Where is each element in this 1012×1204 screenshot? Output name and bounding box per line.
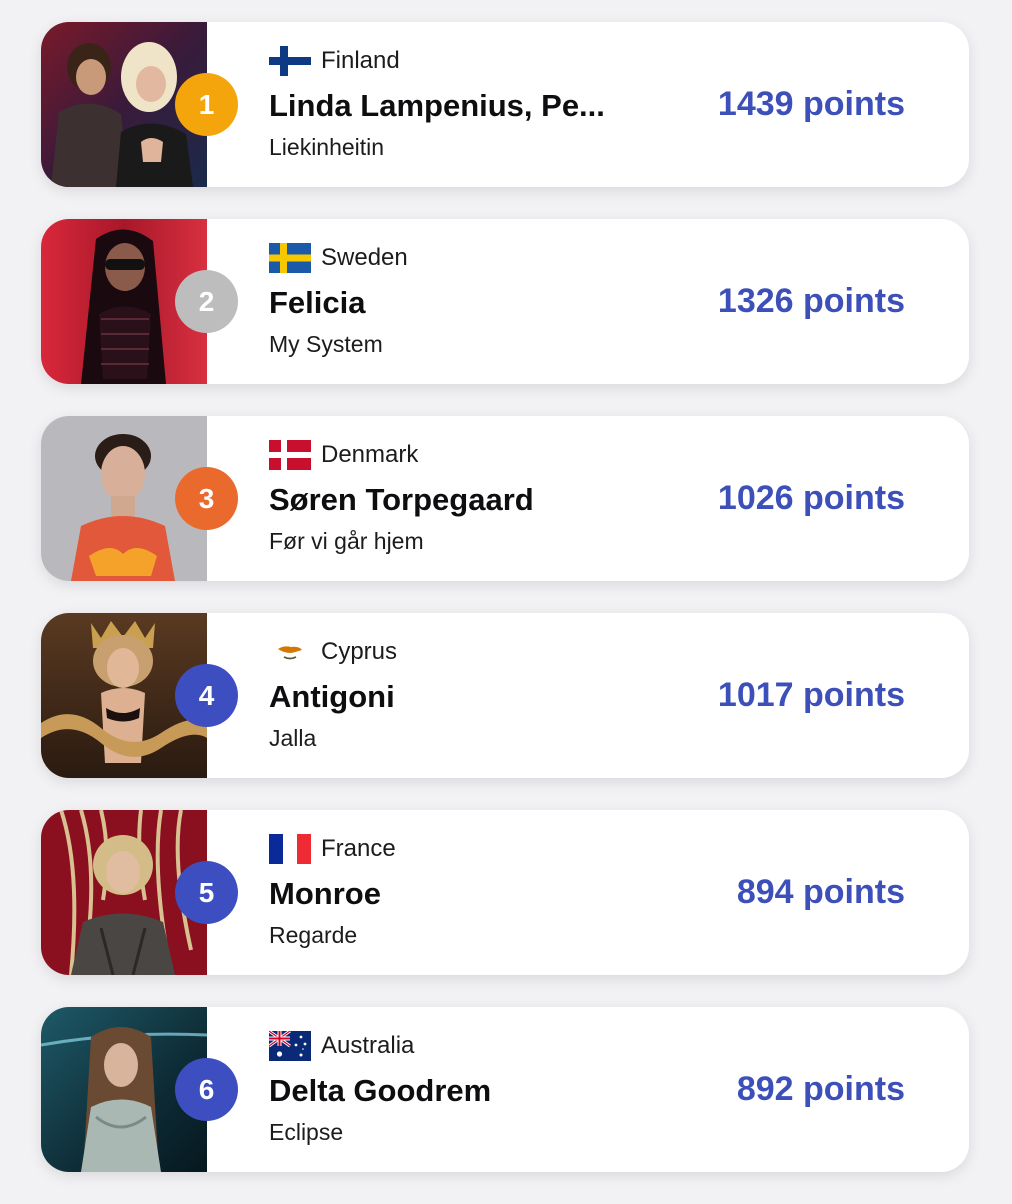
- song-title: My System: [269, 331, 383, 357]
- denmark-flag-icon: [269, 440, 311, 470]
- rank-number: 6: [198, 1073, 215, 1105]
- entry-info: Finland Linda Lampenius, Pe... Liekinhei…: [269, 46, 669, 162]
- artist-name: Monroe: [269, 876, 381, 911]
- country-row: France: [269, 834, 669, 864]
- ranking-card[interactable]: 2 Sweden Felicia My System 1326 points: [41, 219, 969, 384]
- france-flag-icon: [269, 834, 311, 864]
- artist-name: Delta Goodrem: [269, 1073, 492, 1108]
- artist-name: Linda Lampenius, Pe...: [269, 88, 605, 123]
- country-row: Australia: [269, 1031, 669, 1061]
- country-name: France: [321, 835, 396, 862]
- points-value: 1026 points: [717, 479, 905, 517]
- song-title: Før vi går hjem: [269, 528, 424, 554]
- rank-number: 2: [198, 285, 215, 317]
- ranking-list: 1 Finland Linda Lampenius, Pe... Liekinh…: [41, 22, 971, 1204]
- song-title: Jalla: [269, 725, 317, 751]
- entry-info: France Monroe Regarde: [269, 834, 669, 950]
- rank-number: 1: [198, 88, 215, 120]
- rank-badge: 1: [175, 73, 238, 136]
- entry-info: Sweden Felicia My System: [269, 243, 669, 359]
- song-title: Regarde: [269, 922, 358, 948]
- rank-number: 5: [198, 876, 215, 908]
- rank-badge: 2: [175, 270, 238, 333]
- country-name: Denmark: [321, 441, 419, 468]
- rank-badge: 3: [175, 467, 238, 530]
- artist-name: Søren Torpegaard: [269, 482, 534, 517]
- ranking-card[interactable]: 6 Australia Delta Goodrem Eclipse 892 po…: [41, 1007, 969, 1172]
- points-value: 1439 points: [717, 85, 905, 123]
- artist-name: Felicia: [269, 285, 366, 320]
- song-title: Eclipse: [269, 1119, 344, 1145]
- country-name: Australia: [321, 1032, 415, 1059]
- rank-badge: 4: [175, 664, 238, 727]
- country-name: Cyprus: [321, 638, 398, 665]
- country-row: Finland: [269, 46, 669, 76]
- artist-name: Antigoni: [269, 679, 395, 714]
- entry-info: Denmark Søren Torpegaard Før vi går hjem: [269, 440, 669, 556]
- rank-badge: 6: [175, 1058, 238, 1121]
- ranking-card[interactable]: 4 Cyprus Antigoni Jalla 1017 points: [41, 613, 969, 778]
- points-value: 894 points: [736, 873, 905, 911]
- points-value: 1017 points: [717, 676, 905, 714]
- country-name: Sweden: [321, 244, 408, 271]
- country-row: Sweden: [269, 243, 669, 273]
- country-row: Cyprus: [269, 637, 669, 667]
- song-title: Liekinheitin: [269, 134, 385, 160]
- finland-flag-icon: [269, 46, 311, 76]
- entry-info: Cyprus Antigoni Jalla: [269, 637, 669, 753]
- entry-info: Australia Delta Goodrem Eclipse: [269, 1031, 669, 1147]
- points-value: 1326 points: [717, 282, 905, 320]
- country-name: Finland: [321, 47, 400, 74]
- ranking-card[interactable]: 3 Denmark Søren Torpegaard Før vi går hj…: [41, 416, 969, 581]
- ranking-card[interactable]: 5 France Monroe Regarde 894 points: [41, 810, 969, 975]
- cyprus-flag-icon: [269, 637, 311, 667]
- sweden-flag-icon: [269, 243, 311, 273]
- country-row: Denmark: [269, 440, 669, 470]
- rank-number: 3: [198, 482, 215, 514]
- points-value: 892 points: [736, 1070, 905, 1108]
- australia-flag-icon: [269, 1031, 311, 1061]
- rank-number: 4: [198, 679, 215, 711]
- ranking-card[interactable]: 1 Finland Linda Lampenius, Pe... Liekinh…: [41, 22, 969, 187]
- rank-badge: 5: [175, 861, 238, 924]
